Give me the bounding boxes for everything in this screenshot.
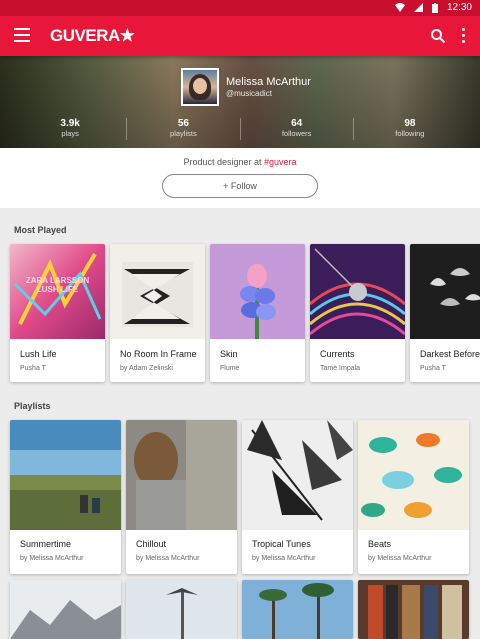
album-card-lush-life[interactable]: ZARA LARSSON LUSH LIFE Lush Life Pusha T — [10, 244, 105, 382]
album-art — [110, 244, 205, 339]
playlist-art — [358, 580, 469, 639]
profile-stats: 3.9k plays 56 playlists 64 followers 98 … — [14, 118, 466, 140]
playlist-title: Beats — [368, 539, 392, 549]
playlist-art — [242, 420, 353, 530]
album-artist: by Adam Zelinski — [120, 365, 173, 372]
search-icon[interactable] — [430, 28, 446, 44]
wifi-icon — [394, 3, 405, 12]
playlist-title: Summertime — [20, 539, 72, 549]
playlist-art — [10, 420, 121, 530]
album-title: Lush Life — [20, 349, 57, 359]
menu-icon[interactable] — [14, 28, 30, 42]
album-artist: Pusha T — [420, 365, 446, 372]
app-logo[interactable]: GUVERA★ — [50, 26, 135, 46]
album-card-currents[interactable]: Currents Tame Impala — [310, 244, 405, 382]
album-title: Darkest Before — [420, 349, 480, 359]
battery-icon — [431, 2, 438, 13]
playlist-art — [126, 420, 237, 530]
clock: 12:30 — [446, 2, 472, 13]
playlist-owner: by Melissa McArthur — [252, 555, 316, 562]
stat-following[interactable]: 98 following — [354, 118, 466, 140]
playlist-owner: by Melissa McArthur — [136, 555, 200, 562]
playlist-card-tropical-tunes[interactable]: Tropical Tunes by Melissa McArthur — [242, 420, 353, 574]
album-art — [410, 244, 480, 339]
profile-bio: Product designer at #guvera + Follow — [0, 148, 480, 208]
playlist-title: Tropical Tunes — [252, 539, 311, 549]
most-played-title: Most Played — [14, 225, 67, 235]
playlists-title: Playlists — [14, 401, 51, 411]
album-card-skin[interactable]: Skin Flume — [210, 244, 305, 382]
album-title: Currents — [320, 349, 355, 359]
status-bar: 12:30 — [0, 0, 480, 16]
playlist-art — [10, 580, 121, 639]
playlist-card-beats[interactable]: Beats by Melissa McArthur — [358, 420, 469, 574]
more-options-icon[interactable] — [462, 28, 466, 44]
playlist-card[interactable] — [242, 580, 353, 639]
album-card-no-room-in-frame[interactable]: No Room In Frame by Adam Zelinski — [110, 244, 205, 382]
album-card-darkest-before[interactable]: Darkest Before Pusha T — [410, 244, 480, 382]
bio-text: Product designer at #guvera — [183, 157, 297, 167]
playlist-owner: by Melissa McArthur — [20, 555, 84, 562]
avatar[interactable] — [181, 68, 219, 106]
bio-hashtag-link[interactable]: #guvera — [264, 157, 297, 167]
stat-followers[interactable]: 64 followers — [241, 118, 354, 140]
playlist-owner: by Melissa McArthur — [368, 555, 432, 562]
playlist-art — [126, 580, 237, 639]
follow-button[interactable]: + Follow — [162, 174, 318, 198]
stat-plays[interactable]: 3.9k plays — [14, 118, 128, 140]
album-artist: Flume — [220, 365, 240, 372]
album-title: No Room In Frame — [120, 349, 197, 359]
album-title: Skin — [220, 349, 238, 359]
album-art — [310, 244, 405, 339]
app-bar: GUVERA★ — [0, 16, 480, 56]
profile-name: Melissa McArthur — [226, 76, 311, 88]
profile-handle: @musicadict — [226, 89, 272, 98]
playlist-art — [242, 580, 353, 639]
signal-icon — [413, 3, 423, 12]
playlist-art — [358, 420, 469, 530]
album-art — [210, 244, 305, 339]
playlist-card[interactable] — [10, 580, 121, 639]
playlist-card[interactable] — [126, 580, 237, 639]
playlist-card[interactable] — [358, 580, 469, 639]
album-artist: Tame Impala — [320, 365, 361, 372]
album-artist: Pusha T — [20, 365, 46, 372]
playlist-title: Chillout — [136, 539, 167, 549]
stat-playlists[interactable]: 56 playlists — [127, 118, 241, 140]
profile-header: Melissa McArthur @musicadict 3.9k plays … — [0, 56, 480, 148]
playlist-card-summertime[interactable]: Summertime by Melissa McArthur — [10, 420, 121, 574]
album-art-text: ZARA LARSSON LUSH LIFE — [25, 276, 90, 294]
playlist-card-chillout[interactable]: Chillout by Melissa McArthur — [126, 420, 237, 574]
